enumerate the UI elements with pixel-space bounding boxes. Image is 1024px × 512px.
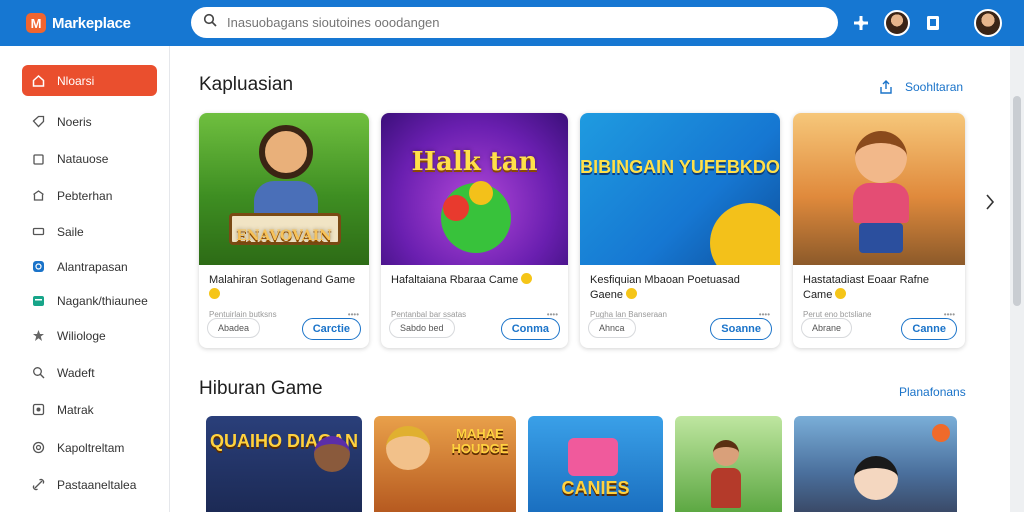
sidebar-item-label: Wadeft: [57, 365, 95, 380]
chat-icon: [31, 441, 45, 455]
user-avatar[interactable]: [882, 8, 912, 38]
header-actions: [846, 8, 1002, 38]
search-icon: [31, 366, 45, 380]
sidebar-item-3[interactable]: Pebterhan: [22, 180, 157, 211]
thumb-title: ENAVOVAIN: [236, 228, 332, 244]
card-title: Hafaltaiana Rbaraa Came: [381, 265, 568, 305]
emoji-icon: [626, 288, 638, 299]
sidebar-item-label: Noeris: [57, 114, 92, 129]
link-icon: [31, 478, 45, 492]
sidebar-item-0[interactable]: Nloarsi: [22, 65, 157, 96]
card-meta: Perut eno bctsliane ••••: [803, 310, 955, 319]
sidebar-item-label: Wiliologe: [57, 328, 106, 343]
section-link-label: Planafonans: [899, 385, 966, 399]
tile-title: MAHAE HOUDGE: [451, 426, 509, 456]
home-icon: [31, 74, 45, 88]
card-title: Kesfiquian Mbaoan Poetuasad Gaene: [590, 274, 740, 301]
scrollbar-thumb[interactable]: [1013, 96, 1021, 306]
sidebar-item-label: Nagank/thiaunee: [57, 293, 148, 308]
sidebar-item-8[interactable]: Wadeft: [22, 357, 157, 388]
game-tile[interactable]: [675, 416, 782, 512]
sidebar-item-label: Nloarsi: [57, 73, 95, 88]
section-title: Hiburan Game: [199, 378, 323, 399]
tile-title: CANIES: [561, 478, 630, 498]
emoji-icon: [209, 288, 220, 299]
game-thumbnail: [793, 113, 965, 265]
ticket-icon: [31, 225, 45, 239]
card-primary-button[interactable]: Carctie: [301, 318, 361, 340]
app-logo[interactable]: M Markeplace: [26, 13, 186, 33]
card-secondary-button[interactable]: Sabdo bed: [389, 318, 455, 338]
carousel-next-button[interactable]: [982, 190, 998, 214]
card-primary-button[interactable]: Soanne: [710, 318, 772, 340]
card-meta: Pentuirlain butksns ••••: [209, 310, 359, 319]
card-meta: Pentanbal bar ssatas ••••: [391, 310, 558, 319]
sidebar-item-9[interactable]: Matrak: [22, 394, 157, 425]
game-thumbnail: ENAVOVAIN: [199, 113, 369, 265]
card-title: Malahiran Sotlagenand Game: [199, 265, 369, 305]
bag-icon: [31, 152, 45, 166]
game-card[interactable]: BIBINGAIN YUFEBKDO Kesfiquian Mbaoan Poe…: [580, 113, 780, 348]
section-title: Kapluasian: [199, 74, 294, 95]
sidebar-item-label: Pastaaneltalea: [57, 477, 137, 492]
card-meta: Pugha lan Banseraan ••••: [590, 310, 770, 319]
section-link[interactable]: Soohltaran: [879, 80, 963, 94]
chevron-right-icon: [986, 194, 995, 210]
card-title: Hastatadiast Eoaar Rafne Came: [803, 274, 929, 301]
sidebar-item-label: Matrak: [57, 402, 94, 417]
sidebar-item-2[interactable]: Natauose: [22, 143, 157, 174]
sidebar-item-10[interactable]: Kapoltreltam: [22, 432, 157, 463]
section-link-label: Soohltaran: [905, 80, 964, 94]
store-icon: [31, 189, 45, 203]
emoji-icon: [835, 288, 847, 299]
wallet-icon: [31, 294, 45, 308]
avatar: [884, 10, 910, 36]
sidebar-item-4[interactable]: Saile: [22, 216, 157, 247]
card-secondary-button[interactable]: Abadea: [207, 318, 261, 338]
card-secondary-button[interactable]: Abrane: [801, 318, 853, 338]
sidebar-item-7[interactable]: Wiliologe: [22, 320, 157, 351]
game-thumbnail: Halk tan: [381, 113, 568, 265]
sidebar-item-label: Pebterhan: [57, 188, 113, 203]
game-tile[interactable]: QUAIHO DIAGAN: [206, 416, 362, 512]
profile-avatar[interactable]: [974, 9, 1002, 37]
circle-icon: [31, 260, 45, 274]
share-icon: [879, 80, 893, 94]
sidebar-item-label: Alantrapasan: [57, 259, 128, 274]
search-icon: [203, 13, 217, 32]
sidebar-item-label: Kapoltreltam: [57, 440, 125, 455]
game-card[interactable]: Hastatadiast Eoaar Rafne Came Perut eno …: [793, 113, 965, 348]
sidebar-item-5[interactable]: Alantrapasan: [22, 251, 157, 282]
bookmark-icon[interactable]: [918, 8, 948, 38]
add-icon[interactable]: [846, 8, 876, 38]
logo-badge: M: [26, 13, 46, 33]
thumb-title: BIBINGAIN YUFEBKDO: [580, 157, 780, 177]
tag-icon: [31, 115, 45, 129]
card-primary-button[interactable]: Canne: [901, 318, 957, 340]
app-name: Markeplace: [52, 14, 131, 32]
game-tile[interactable]: [794, 416, 957, 512]
top-bar: M Markeplace: [0, 0, 1024, 46]
game-tile[interactable]: MAHAE HOUDGE: [374, 416, 516, 512]
sidebar-item-label: Saile: [57, 224, 84, 239]
sidebar-item-11[interactable]: Pastaaneltalea: [22, 469, 157, 500]
game-thumbnail: BIBINGAIN YUFEBKDO: [580, 113, 780, 265]
card-primary-button[interactable]: Conma: [500, 318, 560, 340]
sidebar-item-label: Natauose: [57, 151, 109, 166]
thumb-title: Halk tan: [411, 147, 538, 177]
game-tile[interactable]: CANIES: [528, 416, 663, 512]
sidebar-item-6[interactable]: Nagank/thiaunee: [22, 285, 157, 316]
emoji-icon: [521, 273, 533, 284]
search-bar[interactable]: [191, 7, 838, 38]
star-icon: [31, 329, 45, 343]
search-input[interactable]: [227, 15, 787, 30]
section-link[interactable]: Planafonans: [899, 385, 966, 399]
game-card[interactable]: ENAVOVAIN Malahiran Sotlagenand Game Pen…: [199, 113, 369, 348]
box-icon: [31, 403, 45, 417]
sidebar: Nloarsi Noeris Natauose Pebterhan Saile …: [0, 46, 170, 512]
game-card[interactable]: Halk tan Hafaltaiana Rbaraa Came Pentanb…: [381, 113, 568, 348]
scrollbar[interactable]: [1010, 46, 1024, 512]
sidebar-item-1[interactable]: Noeris: [22, 106, 157, 137]
card-secondary-button[interactable]: Ahnca: [588, 318, 636, 338]
